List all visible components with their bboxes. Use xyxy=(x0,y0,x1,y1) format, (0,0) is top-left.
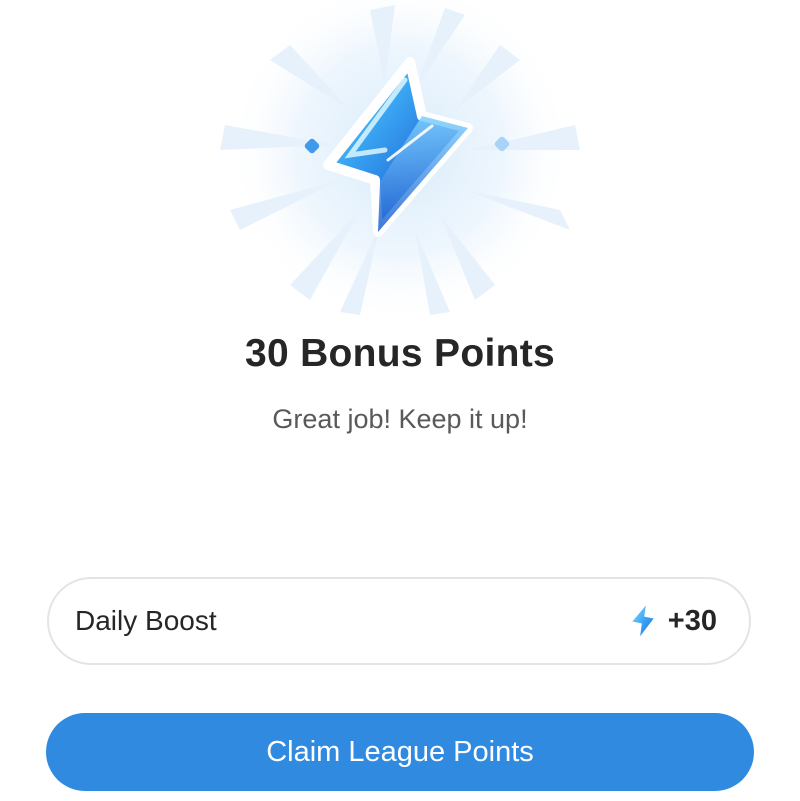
lightning-bolt-icon xyxy=(220,0,580,320)
boost-label: Daily Boost xyxy=(75,605,217,636)
reward-illustration xyxy=(200,0,600,320)
claim-league-points-button[interactable]: Claim League Points xyxy=(46,713,754,791)
boost-value: +30 xyxy=(667,604,717,637)
reward-subtitle: Great job! Keep it up! xyxy=(272,404,528,434)
reward-title: 30 Bonus Points xyxy=(244,332,556,375)
daily-boost-card: Daily Boost +30 xyxy=(47,577,751,665)
boost-reward: +30 xyxy=(628,601,717,641)
lightning-bolt-icon xyxy=(628,601,658,641)
